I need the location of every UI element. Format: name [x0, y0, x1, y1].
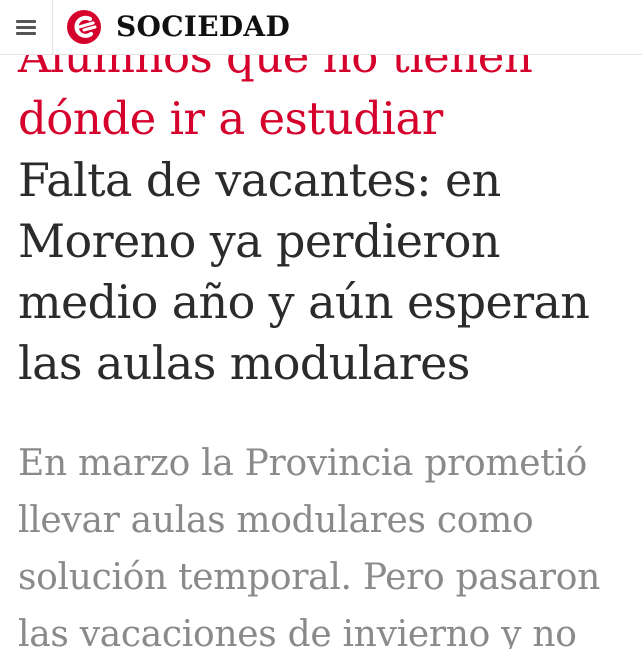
kicker-line-2: dónde ir a estudiar: [18, 92, 443, 145]
menu-button[interactable]: [0, 0, 53, 54]
article-page: Alumnos que no tienen dónde ir a estudiar…: [0, 0, 642, 649]
article-headline: Falta de vacantes: en Moreno ya perdiero…: [18, 153, 590, 390]
top-header: SOCIEDAD: [0, 0, 642, 55]
clarin-logo-icon: [67, 10, 101, 44]
section-title: SOCIEDAD: [116, 10, 291, 43]
brand-link[interactable]: SOCIEDAD: [66, 9, 290, 45]
article-lead: En marzo la Provincia prometió llevar au…: [18, 443, 600, 649]
